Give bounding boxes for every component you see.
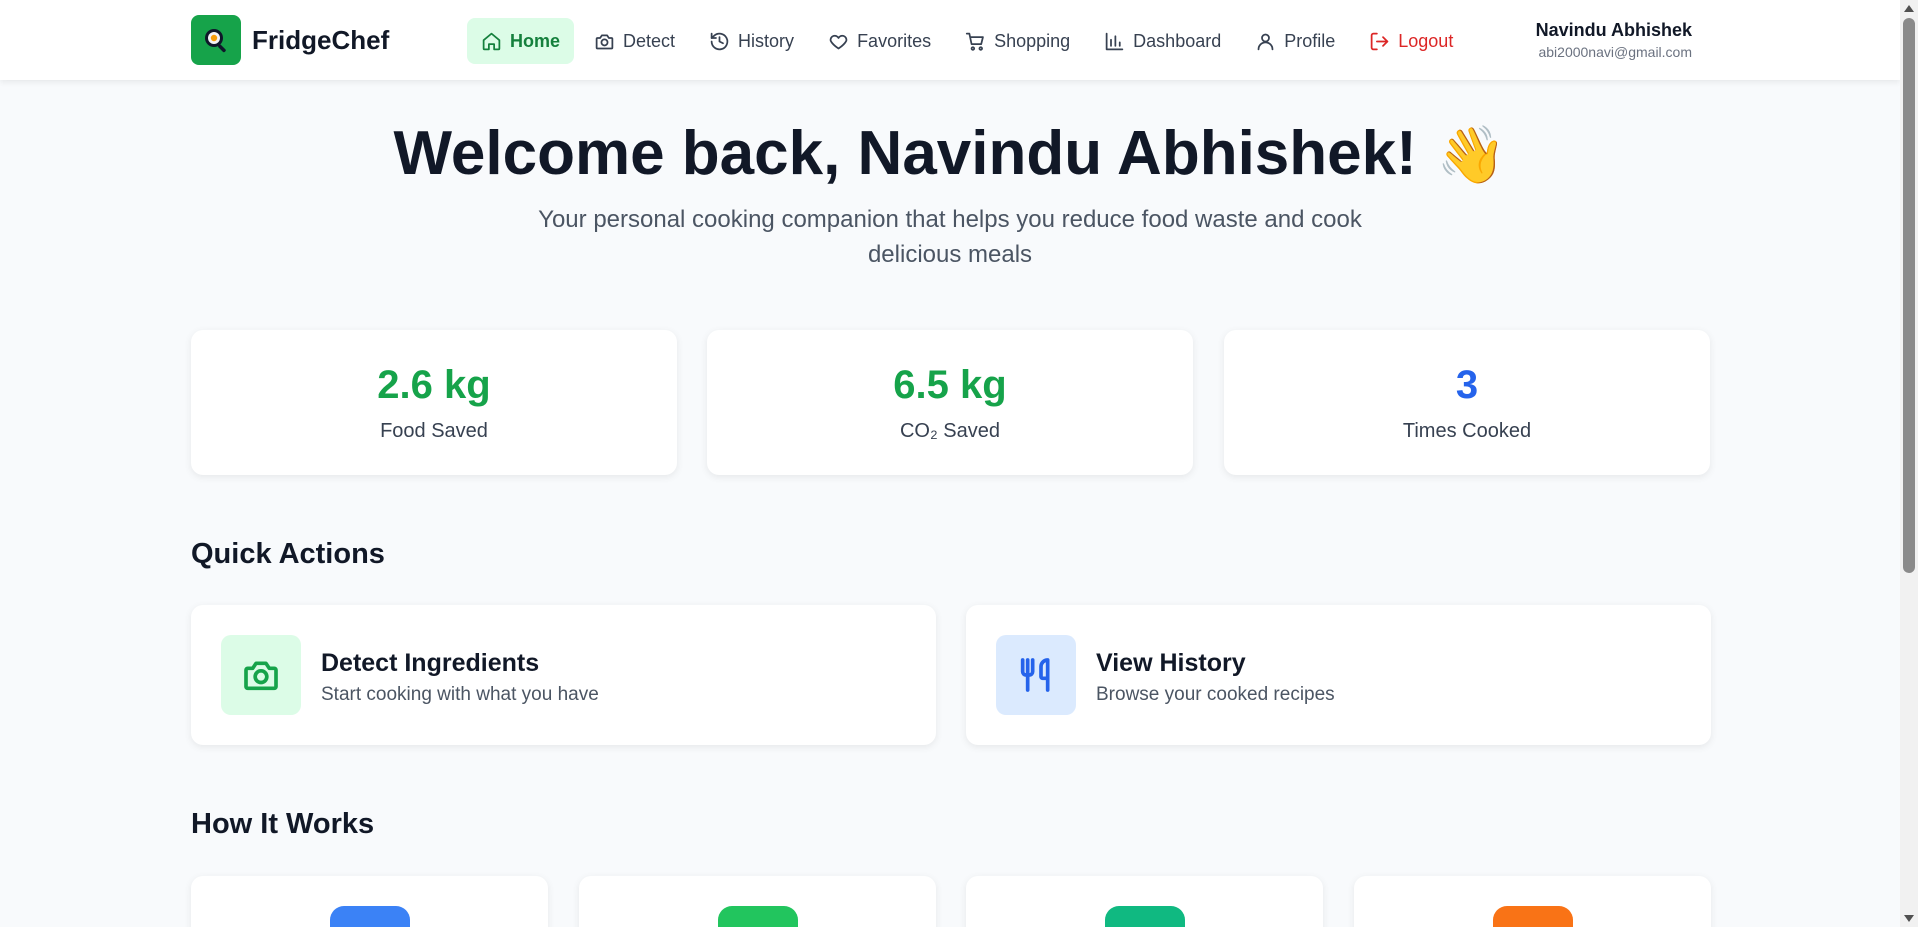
how-step-card-1 (191, 876, 548, 927)
quick-actions-heading: Quick Actions (191, 538, 385, 570)
stat-card-times-cooked: 3 Times Cooked (1224, 330, 1710, 475)
view-history-card[interactable]: View History Browse your cooked recipes (966, 605, 1711, 745)
how-it-works-heading: How It Works (191, 808, 375, 840)
step-badge (1492, 906, 1573, 927)
welcome-subtitle: Your personal cooking companion that hel… (538, 206, 1362, 268)
stat-value: 6.5 kg (893, 363, 1007, 407)
user-icon (1257, 33, 1274, 50)
page-scrollbar[interactable] (1900, 0, 1918, 927)
user-info[interactable]: Navindu Abhishek abi2000navi@gmail.com (1536, 20, 1692, 60)
stat-label: Times Cooked (1402, 420, 1532, 442)
nav-item-dashboard[interactable]: Dashboard (1090, 18, 1235, 64)
nav-item-favorites[interactable]: Favorites (814, 18, 945, 64)
stat-card-food-saved: 2.6 kg Food Saved (191, 330, 677, 475)
stat-label: Food Saved (380, 420, 488, 442)
home-icon (482, 32, 501, 50)
user-email: abi2000navi@gmail.com (1538, 44, 1692, 60)
stat-label: CO₂ Saved (899, 420, 1001, 442)
nav-item-detect[interactable]: Detect (580, 18, 689, 64)
nav-label-dashboard: Dashboard (1133, 30, 1222, 51)
scroll-up-arrow-icon[interactable] (1904, 5, 1914, 12)
scroll-thumb[interactable] (1903, 18, 1915, 573)
camera-icon (595, 34, 614, 49)
utensils-icon (996, 635, 1076, 715)
action-title: View History (1096, 649, 1246, 677)
step-badge (1104, 906, 1185, 927)
main-nav: Home Detect History Favorites Shopping D… (467, 18, 1467, 64)
camera-icon (221, 635, 301, 715)
history-icon (710, 32, 729, 50)
brand[interactable]: FridgeChef (191, 15, 389, 65)
pan-icon (191, 15, 241, 65)
welcome-text: Welcome back, Navindu Abhishek! (393, 119, 1417, 188)
stat-value: 3 (1455, 363, 1479, 407)
stat-value: 2.6 kg (377, 363, 491, 407)
nav-item-shopping[interactable]: Shopping (951, 18, 1084, 64)
scroll-down-arrow-icon[interactable] (1904, 915, 1914, 922)
nav-item-profile[interactable]: Profile (1241, 18, 1349, 64)
logout-icon (1371, 32, 1389, 50)
how-step-card-2 (579, 876, 936, 927)
user-name: Navindu Abhishek (1535, 20, 1692, 40)
welcome-heading: Welcome back, Navindu Abhishek! 👋 (0, 118, 1900, 189)
nav-label-history: History (738, 30, 795, 51)
action-title: Detect Ingredients (321, 649, 540, 677)
bar-chart-icon (1105, 32, 1124, 50)
nav-label-favorites: Favorites (857, 30, 932, 51)
nav-label-home: Home (510, 30, 561, 51)
nav-label-shopping: Shopping (994, 30, 1071, 51)
stat-card-co2-saved: 6.5 kg CO₂ Saved (707, 330, 1193, 475)
waving-hand-icon: 👋 (1436, 123, 1507, 186)
nav-item-logout[interactable]: Logout (1355, 18, 1467, 64)
action-description: Browse your cooked recipes (1096, 684, 1335, 705)
nav-label-detect: Detect (623, 30, 676, 51)
nav-item-home[interactable]: Home (467, 18, 575, 64)
how-step-card-4 (1354, 876, 1711, 927)
step-badge (329, 906, 410, 927)
step-badge (717, 906, 798, 927)
top-navbar: FridgeChef Home Detect History Favorites… (0, 0, 1900, 80)
nav-label-logout: Logout (1398, 30, 1454, 51)
nav-item-history[interactable]: History (695, 18, 808, 64)
how-step-card-3 (966, 876, 1323, 927)
action-description: Start cooking with what you have (321, 684, 599, 705)
app-name: FridgeChef (252, 24, 390, 55)
heart-icon (829, 34, 848, 49)
cart-icon (965, 32, 984, 51)
nav-label-profile: Profile (1284, 30, 1336, 51)
detect-ingredients-card[interactable]: Detect Ingredients Start cooking with wh… (191, 605, 936, 745)
